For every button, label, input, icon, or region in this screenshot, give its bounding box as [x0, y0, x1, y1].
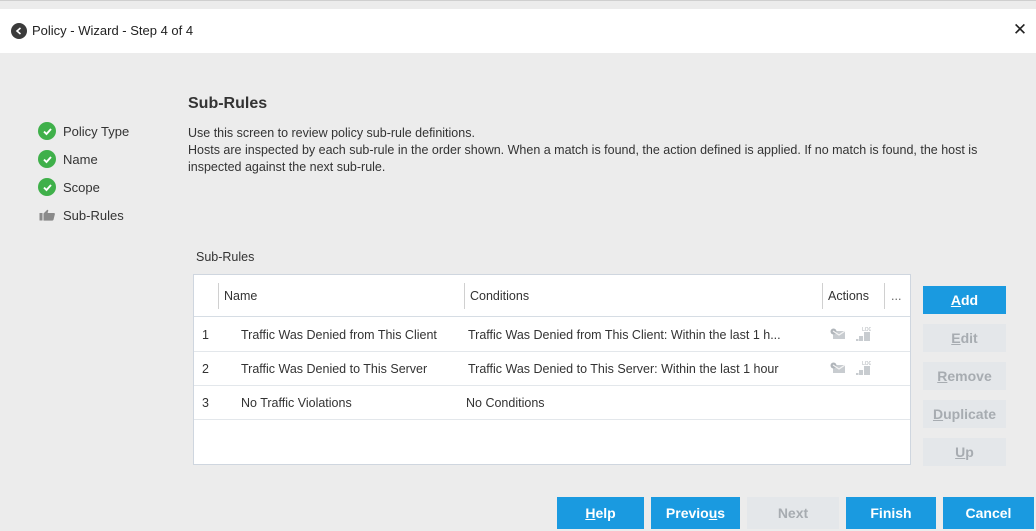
finish-button[interactable]: Finish [846, 497, 936, 529]
row-index: 2 [202, 362, 209, 376]
column-separator [464, 283, 465, 309]
edit-button[interactable]: Edit [923, 324, 1006, 352]
add-button[interactable]: Add [923, 286, 1006, 314]
check-circle-icon [38, 150, 56, 168]
row-name: Traffic Was Denied to This Server [241, 362, 428, 376]
duplicate-button[interactable]: Duplicate [923, 400, 1006, 428]
row-index: 3 [202, 396, 209, 410]
assign-action-icon [829, 362, 847, 377]
close-icon[interactable]: ✕ [1010, 20, 1030, 40]
table-header: Name Conditions Actions ... [194, 275, 910, 317]
window-title: Policy - Wizard - Step 4 of 4 [32, 23, 194, 38]
row-name: No Traffic Violations [241, 396, 352, 410]
description-line-2: Hosts are inspected by each sub-rule in … [188, 143, 978, 174]
column-header-more[interactable]: ... [891, 275, 901, 317]
column-separator [884, 283, 885, 309]
help-button[interactable]: Help [557, 497, 644, 529]
remove-button[interactable]: Remove [923, 362, 1006, 390]
policy-wizard-window: Policy - Wizard - Step 4 of 4 ✕ Policy T… [0, 0, 1036, 531]
app-logo-icon [11, 23, 27, 39]
sub-rules-table: Name Conditions Actions ... 1 Traffic Wa… [193, 274, 911, 465]
table-row[interactable]: 3 No Traffic Violations No Conditions [194, 386, 910, 420]
column-header-conditions[interactable]: Conditions [470, 275, 529, 317]
row-actions: LOG [829, 352, 879, 386]
title-bar: Policy - Wizard - Step 4 of 4 ✕ [0, 9, 1036, 53]
step-label: Sub-Rules [63, 207, 124, 223]
previous-button[interactable]: Previo u s [651, 497, 740, 529]
cancel-button[interactable]: Cancel [943, 497, 1034, 529]
row-index: 1 [202, 328, 209, 342]
description-line-1: Use this screen to review policy sub-rul… [188, 126, 475, 140]
check-circle-icon [38, 122, 56, 140]
table-row[interactable]: 2 Traffic Was Denied to This Server Traf… [194, 352, 910, 386]
step-name[interactable]: Name [38, 145, 129, 173]
column-separator [822, 283, 823, 309]
step-label: Name [63, 151, 98, 167]
row-actions: LOG [829, 318, 879, 352]
step-sub-rules[interactable]: Sub-Rules [38, 201, 129, 229]
wizard-steps: Policy Type Name Scope Sub-Rules [38, 117, 129, 229]
column-header-actions[interactable]: Actions [828, 275, 869, 317]
up-button[interactable]: Up [923, 438, 1006, 466]
column-header-name[interactable]: Name [224, 275, 257, 317]
row-conditions: No Conditions [466, 396, 545, 410]
step-label: Policy Type [63, 123, 130, 139]
row-conditions: Traffic Was Denied from This Client: Wit… [468, 328, 781, 342]
column-separator [218, 283, 219, 309]
log-action-icon: LOG [855, 326, 873, 345]
row-conditions: Traffic Was Denied to This Server: Withi… [468, 362, 779, 376]
step-label: Scope [63, 179, 100, 195]
check-circle-icon [38, 178, 56, 196]
table-row[interactable]: 1 Traffic Was Denied from This Client Tr… [194, 318, 910, 352]
log-action-icon: LOG [855, 360, 873, 379]
thumbs-up-hand-icon [38, 206, 56, 224]
page-title: Sub-Rules [188, 95, 268, 112]
sub-rules-table-caption: Sub-Rules [196, 250, 255, 264]
assign-action-icon [829, 328, 847, 343]
page-description: Use this screen to review policy sub-rul… [188, 125, 988, 176]
next-button[interactable]: Next [747, 497, 839, 529]
step-policy-type[interactable]: Policy Type [38, 117, 129, 145]
step-scope[interactable]: Scope [38, 173, 129, 201]
row-name: Traffic Was Denied from This Client [241, 328, 437, 342]
